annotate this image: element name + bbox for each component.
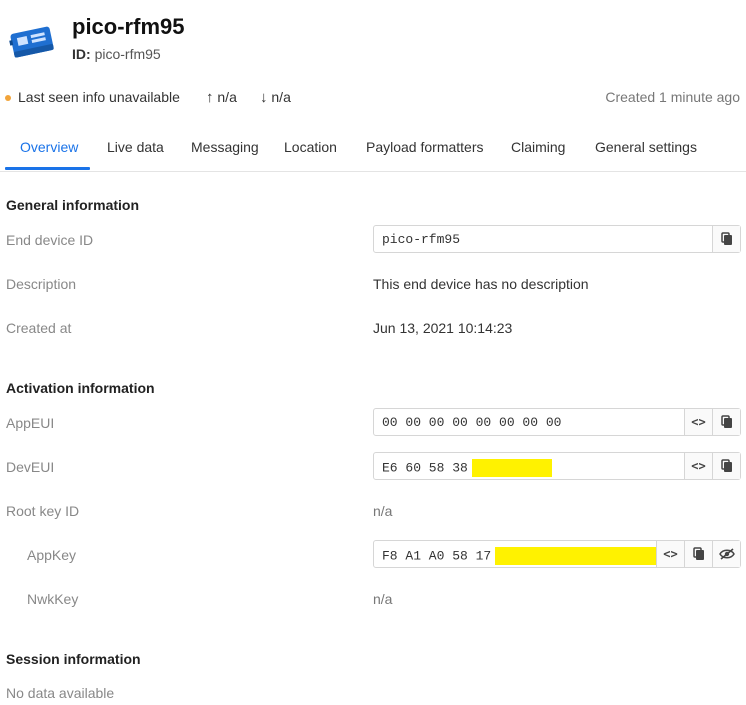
deveui-value: E6 60 58 38 xyxy=(382,460,468,476)
appeui-field: 00 00 00 00 00 00 00 00 <> xyxy=(373,408,741,436)
created-at-value: Jun 13, 2021 10:14:23 xyxy=(373,320,513,336)
appkey-label: AppKey xyxy=(27,547,77,563)
arrow-down-icon: ↓ xyxy=(260,89,268,106)
tab-payload-formatters[interactable]: Payload formatters xyxy=(366,139,484,155)
toggle-format-appkey-button[interactable]: <> xyxy=(656,541,684,567)
copy-deveui-button[interactable] xyxy=(712,453,740,479)
appeui-value[interactable]: 00 00 00 00 00 00 00 00 xyxy=(374,409,684,435)
tab-overview[interactable]: Overview xyxy=(20,139,78,155)
code-brackets-icon: <> xyxy=(663,547,678,561)
session-info-heading: Session information xyxy=(6,651,141,667)
tab-live-data[interactable]: Live data xyxy=(107,139,164,155)
arrow-up-icon: ↑ xyxy=(206,89,214,106)
device-id: ID: pico-rfm95 xyxy=(72,46,161,62)
tab-messaging[interactable]: Messaging xyxy=(191,139,259,155)
device-id-label: ID: xyxy=(72,46,91,62)
status-dot-icon xyxy=(5,95,11,101)
activation-info-heading: Activation information xyxy=(6,380,155,396)
created-at-label: Created at xyxy=(6,320,72,336)
appkey-value: F8 A1 A0 58 17 xyxy=(382,548,492,564)
uplink-counter: ↑ n/a xyxy=(206,89,237,106)
session-empty-text: No data available xyxy=(6,685,115,701)
deveui-field: E6 60 58 38 <> xyxy=(373,452,741,480)
redaction-mark xyxy=(495,547,656,565)
end-device-id-label: End device ID xyxy=(6,232,94,248)
toggle-format-deveui-button[interactable]: <> xyxy=(684,453,712,479)
end-device-id-value[interactable]: pico-rfm95 xyxy=(374,226,712,252)
tab-general-settings[interactable]: General settings xyxy=(595,139,697,155)
description-label: Description xyxy=(6,276,77,292)
copy-end-device-id-button[interactable] xyxy=(712,226,740,252)
nwkkey-label: NwkKey xyxy=(27,591,79,607)
device-header: pico-rfm95 ID: pico-rfm95 xyxy=(0,0,746,80)
status-bar: Last seen info unavailable ↑ n/a ↓ n/a C… xyxy=(0,86,746,110)
created-ago-text: Created 1 minute ago xyxy=(605,89,740,105)
downlink-value: n/a xyxy=(271,89,291,105)
device-title: pico-rfm95 xyxy=(72,14,185,39)
copy-icon xyxy=(720,415,733,429)
tab-location[interactable]: Location xyxy=(284,139,337,155)
copy-icon xyxy=(692,547,705,561)
deveui-value-container[interactable]: E6 60 58 38 xyxy=(374,453,684,479)
end-device-id-field: pico-rfm95 xyxy=(373,225,741,253)
general-info-heading: General information xyxy=(6,197,140,213)
appkey-field: F8 A1 A0 58 17 <> xyxy=(373,540,741,568)
appeui-label: AppEUI xyxy=(6,415,55,431)
deveui-label: DevEUI xyxy=(6,459,55,475)
root-key-id-value: n/a xyxy=(373,503,393,519)
code-brackets-icon: <> xyxy=(691,415,706,429)
appkey-value-container[interactable]: F8 A1 A0 58 17 xyxy=(374,541,656,567)
last-seen-text: Last seen info unavailable xyxy=(18,89,180,105)
hide-appkey-button[interactable] xyxy=(712,541,740,567)
active-tab-indicator xyxy=(5,167,90,170)
code-brackets-icon: <> xyxy=(691,459,706,473)
copy-icon xyxy=(720,232,733,246)
copy-appeui-button[interactable] xyxy=(712,409,740,435)
toggle-format-appeui-button[interactable]: <> xyxy=(684,409,712,435)
downlink-counter: ↓ n/a xyxy=(260,89,291,106)
eye-off-icon xyxy=(718,548,735,560)
uplink-value: n/a xyxy=(217,89,237,105)
redaction-mark xyxy=(471,459,552,477)
description-value: This end device has no description xyxy=(373,276,589,292)
device-id-value: pico-rfm95 xyxy=(94,46,161,62)
copy-appkey-button[interactable] xyxy=(684,541,712,567)
copy-icon xyxy=(720,459,733,473)
device-board-icon xyxy=(8,22,56,62)
root-key-id-label: Root key ID xyxy=(6,503,80,519)
tab-bar: Overview Live data Messaging Location Pa… xyxy=(0,127,746,172)
tab-claiming[interactable]: Claiming xyxy=(511,139,565,155)
nwkkey-value: n/a xyxy=(373,591,393,607)
